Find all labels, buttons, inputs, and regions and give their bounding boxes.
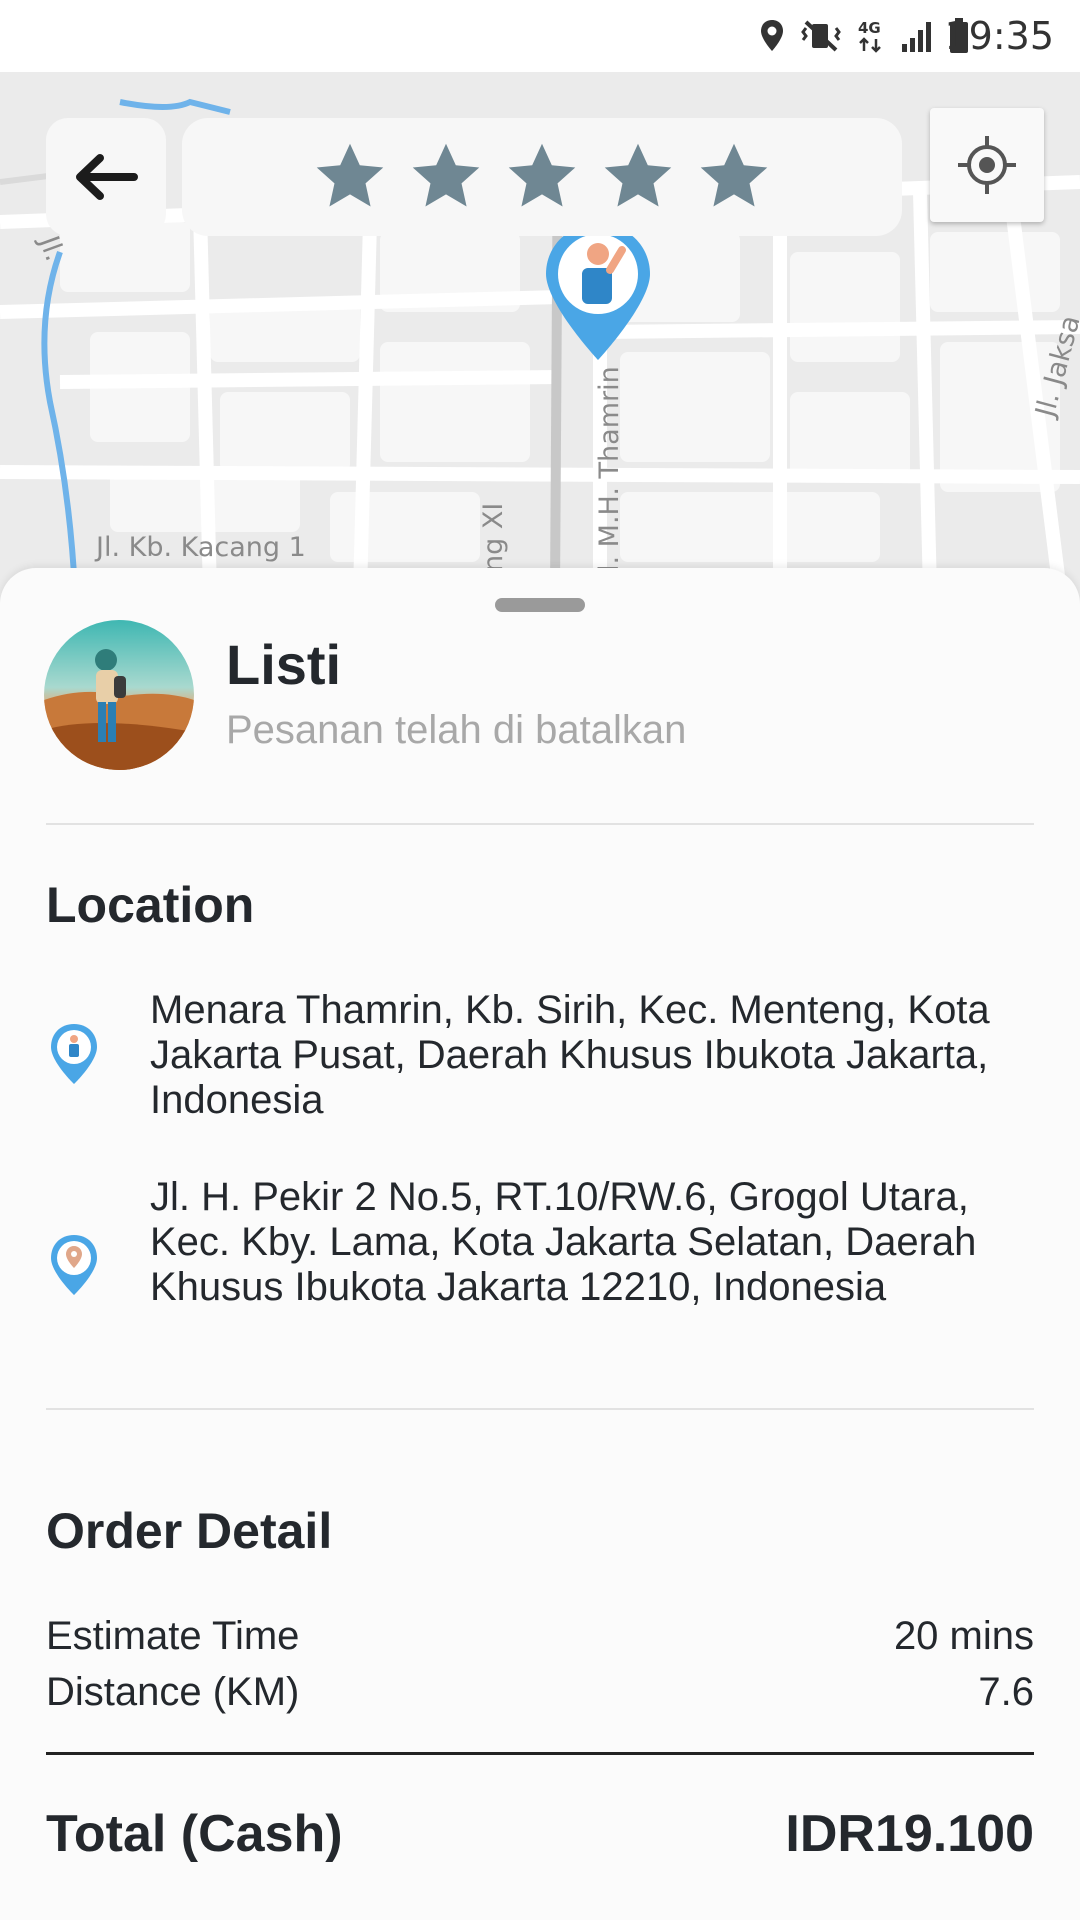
- pickup-pin-icon: [51, 1024, 97, 1084]
- location-status-icon: [761, 20, 783, 51]
- sheet-drag-handle[interactable]: [495, 598, 585, 612]
- distance-label: Distance (KM): [46, 1670, 300, 1714]
- star-icon[interactable]: [504, 139, 580, 215]
- network-4g-icon: 4G: [858, 19, 881, 53]
- star-icon[interactable]: [696, 139, 772, 215]
- map-label-thamrin: l. M.H. Thamrin: [594, 366, 625, 572]
- divider: [46, 823, 1034, 825]
- my-location-button[interactable]: [930, 108, 1044, 222]
- signal-icon: [902, 22, 931, 52]
- driver-location-pin[interactable]: [538, 220, 658, 370]
- total-value: IDR19.100: [785, 1805, 1034, 1863]
- driver-name: Listi: [226, 633, 342, 696]
- avatar: [44, 620, 194, 770]
- arrow-left-icon: [76, 154, 138, 200]
- map-label-kb-kacang: Jl. Kb. Kacang 1: [96, 532, 306, 563]
- location-section-title: Location: [46, 877, 255, 933]
- status-icons: 4G: [758, 14, 970, 58]
- dropoff-address: Jl. H. Pekir 2 No.5, RT.10/RW.6, Grogol …: [150, 1175, 977, 1309]
- order-status-text: Pesanan telah di batalkan: [226, 708, 687, 752]
- pickup-address: Menara Thamrin, Kb. Sirih, Kec. Menteng,…: [150, 988, 990, 1122]
- rating-stars: [182, 118, 902, 236]
- back-button[interactable]: [46, 118, 166, 236]
- estimate-time-value: 20 mins: [893, 1614, 1034, 1658]
- status-bar: 4G 19:35: [0, 0, 1080, 72]
- order-detail-title: Order Detail: [46, 1503, 333, 1559]
- clock: 19:35: [944, 14, 1054, 58]
- total-row: Total (Cash) IDR19.100: [46, 1804, 1034, 1864]
- total-divider: [46, 1752, 1034, 1755]
- divider: [46, 1408, 1034, 1410]
- driver-photo: [44, 620, 194, 770]
- order-sheet: Listi Pesanan telah di batalkan Location…: [0, 568, 1080, 1920]
- distance-row: Distance (KM) 7.6: [46, 1670, 1034, 1715]
- total-label: Total (Cash): [46, 1805, 343, 1863]
- estimate-time-label: Estimate Time: [46, 1614, 300, 1658]
- star-icon[interactable]: [600, 139, 676, 215]
- estimate-time-row: Estimate Time 20 mins: [46, 1614, 1034, 1659]
- svg-text:4G: 4G: [858, 19, 881, 37]
- map-label-gang: ng XI: [478, 502, 509, 572]
- vibrate-mute-icon: [801, 20, 841, 52]
- distance-value: 7.6: [978, 1670, 1034, 1714]
- star-icon[interactable]: [312, 139, 388, 215]
- crosshair-icon: [958, 136, 1016, 194]
- dropoff-pin-icon: [51, 1235, 97, 1295]
- star-icon[interactable]: [408, 139, 484, 215]
